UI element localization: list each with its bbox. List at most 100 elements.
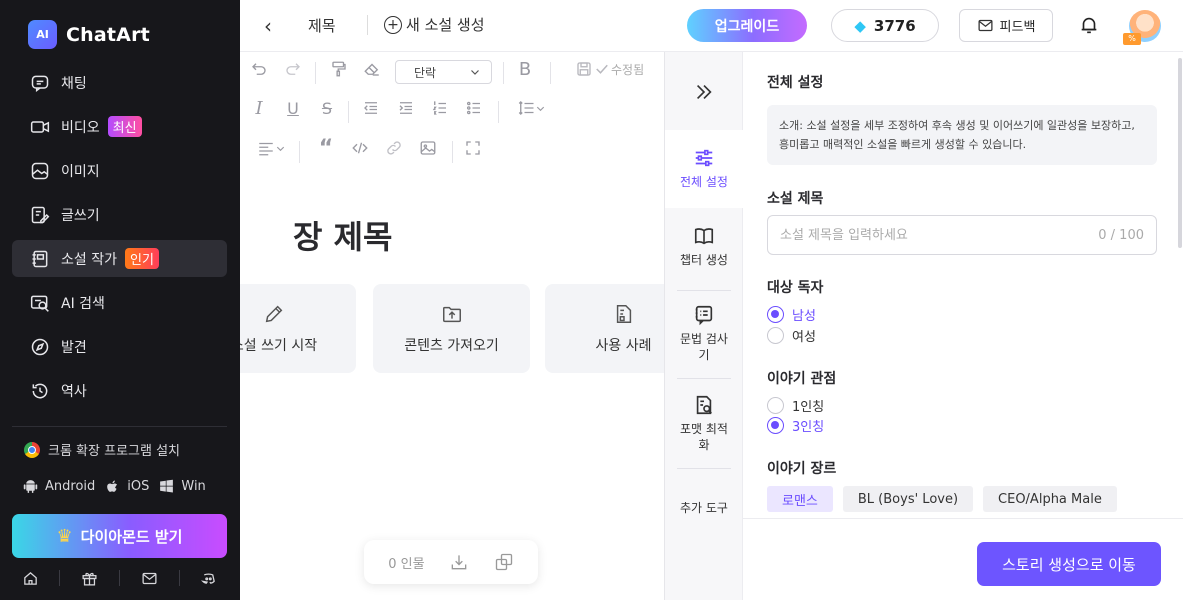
toolbar-row-2: I U S (240, 97, 664, 127)
start-options: 소설 쓰기 시작 콘텐츠 가져오기 사용 사례 (240, 284, 664, 374)
pov-label: 이야기 관점 (767, 371, 837, 387)
indent-icon[interactable] (395, 97, 417, 119)
get-diamonds-button[interactable]: ♛ 다이아몬드 받기 (12, 514, 227, 558)
app-logo[interactable]: AI ChatArt (28, 20, 150, 49)
align-icon[interactable] (252, 137, 290, 159)
document-title[interactable]: 제목 (308, 15, 336, 36)
genre-chip[interactable]: BL (Boys' Love) (842, 486, 974, 512)
credits-display[interactable]: ◆ 3776 (831, 9, 939, 42)
sidebar-item-label: 발견 (61, 339, 87, 356)
grammar-check-icon (695, 306, 713, 326)
quote-icon[interactable]: “ (315, 136, 337, 161)
code-icon[interactable] (349, 137, 371, 159)
radio-label: 1인칭 (792, 400, 825, 415)
bullet-list-icon[interactable] (463, 97, 485, 119)
format-icon (696, 396, 712, 415)
collapse-panel-button[interactable] (665, 62, 743, 122)
sidebar-item-chat[interactable]: 채팅 (12, 64, 227, 101)
sidebar-item-discover[interactable]: 발견 (12, 328, 227, 365)
fullscreen-icon[interactable] (462, 137, 484, 159)
eraser-icon[interactable] (361, 58, 383, 80)
import-content-card[interactable]: 콘텐츠 가져오기 (373, 284, 530, 373)
sidebar-item-writing[interactable]: 글쓰기 (12, 196, 227, 233)
gift-icon[interactable] (80, 568, 100, 588)
chapter-title[interactable]: 장 제목 (293, 212, 392, 258)
pov-option-third-person[interactable]: 3인칭 (767, 416, 824, 435)
home-icon[interactable] (20, 568, 40, 588)
tab-label: 문법 검사기 (680, 332, 728, 362)
format-painter-icon[interactable] (328, 58, 350, 80)
sliders-icon (695, 150, 713, 167)
settings-panel: 전체 설정 소개: 소설 설정을 세부 조정하여 후속 생성 및 이어쓰기에 일… (743, 52, 1183, 518)
tab-chapter-generation[interactable]: 챕터 생성 (665, 212, 743, 282)
insert-image-icon[interactable] (417, 137, 439, 159)
new-novel-button[interactable]: + 새 소설 생성 (384, 14, 485, 35)
audience-option-female[interactable]: 여성 (767, 326, 816, 345)
upgrade-button[interactable]: 업그레이드 (687, 9, 807, 42)
ordered-list-icon[interactable] (429, 97, 451, 119)
chrome-extension-link[interactable]: 크롬 확장 프로그램 설치 (24, 440, 180, 459)
redo-icon[interactable] (282, 58, 304, 80)
android-link[interactable]: Android (22, 478, 95, 495)
discord-icon[interactable] (199, 568, 219, 588)
tab-general-settings[interactable]: 전체 설정 (665, 130, 743, 208)
italic-icon[interactable]: I (248, 97, 270, 119)
genre-chip[interactable]: 로맨스 (767, 486, 833, 512)
sidebar-item-ai-search[interactable]: AI 검색 (12, 284, 227, 321)
undo-icon[interactable] (248, 58, 270, 80)
crown-icon: ♛ (56, 525, 73, 547)
tab-label: 추가 도구 (680, 501, 728, 516)
radio-label: 여성 (792, 330, 816, 345)
strikethrough-icon[interactable]: S (316, 97, 338, 119)
settings-footer: 스토리 생성으로 이동 (743, 518, 1183, 600)
pov-option-first-person[interactable]: 1인칭 (767, 396, 824, 415)
underline-icon[interactable]: U (282, 97, 304, 119)
mail-icon[interactable] (139, 568, 159, 588)
bold-icon[interactable]: B (514, 58, 536, 80)
apple-icon (107, 480, 118, 492)
bell-icon[interactable] (1078, 14, 1100, 36)
sidebar-item-label: 소설 작가 (61, 251, 117, 268)
sidebar-item-image[interactable]: 이미지 (12, 152, 227, 189)
novel-title-field[interactable]: 0 / 100 (767, 215, 1157, 255)
paragraph-style-select[interactable]: 단락 (395, 60, 492, 84)
settings-scrollbar[interactable] (1178, 58, 1182, 248)
platform-links: Android iOS Win (22, 478, 215, 495)
line-height-icon[interactable] (512, 97, 550, 119)
toolbar-separator (348, 101, 349, 123)
avatar[interactable]: % (1123, 10, 1161, 45)
use-cases-card[interactable]: 사용 사례 (545, 284, 664, 373)
sidebar-item-video[interactable]: 비디오 최신 (12, 108, 227, 145)
sidebar: AI ChatArt 채팅 비디오 최신 이미지 글쓰기 소설 작가 인기 AI… (0, 0, 240, 600)
genre-chip[interactable]: CEO/Alpha Male (983, 486, 1117, 512)
tab-separator (677, 378, 731, 379)
sidebar-item-novel-writer[interactable]: 소설 작가 인기 (12, 240, 227, 277)
video-icon (29, 116, 51, 138)
audience-option-male[interactable]: 남성 (767, 305, 816, 324)
chrome-extension-label: 크롬 확장 프로그램 설치 (48, 444, 180, 459)
document-icon (616, 304, 631, 323)
tab-grammar-checker[interactable]: 문법 검사기 (665, 294, 743, 374)
copy-icon[interactable] (494, 552, 514, 572)
compass-icon (29, 336, 51, 358)
feedback-button[interactable]: 피드백 (959, 9, 1053, 42)
back-arrow-icon[interactable]: ‹ (264, 14, 272, 38)
tab-additional-tools[interactable]: 추가 도구 (665, 492, 743, 526)
card-label: 콘텐츠 가져오기 (404, 337, 499, 354)
settings-intro: 소개: 소설 설정을 세부 조정하여 후속 생성 및 이어쓰기에 일관성을 보장… (767, 105, 1157, 165)
character-count[interactable]: 0 인물 (388, 553, 424, 572)
tab-label: 전체 설정 (680, 175, 728, 190)
sidebar-item-history[interactable]: 역사 (12, 372, 227, 409)
tab-format-optimization[interactable]: 포맷 최적화 (665, 384, 743, 464)
go-to-story-generation-button[interactable]: 스토리 생성으로 이동 (977, 542, 1161, 586)
radio-selected-icon (767, 306, 784, 323)
windows-link[interactable]: Win (158, 478, 206, 495)
ios-link[interactable]: iOS (104, 478, 149, 495)
link-icon[interactable] (383, 137, 405, 159)
logo-icon: AI (28, 20, 57, 49)
novel-title-input[interactable] (780, 227, 1080, 243)
download-icon[interactable] (449, 552, 469, 572)
outdent-icon[interactable] (360, 97, 382, 119)
start-writing-card[interactable]: 소설 쓰기 시작 (240, 284, 356, 373)
new-novel-label: 새 소설 생성 (406, 16, 485, 34)
